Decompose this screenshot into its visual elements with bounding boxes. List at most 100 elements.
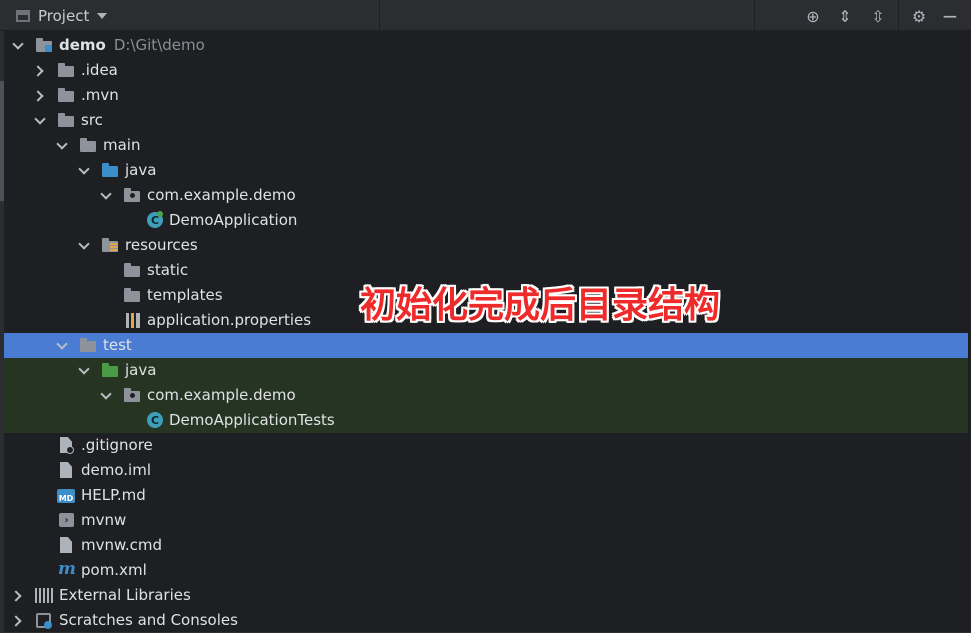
chevron-right-icon[interactable] — [33, 83, 47, 108]
tree-item-label: com.example.demo — [147, 183, 296, 208]
gear-icon[interactable]: ⚙ — [908, 5, 930, 27]
chevron-down-icon[interactable] — [99, 183, 113, 208]
tree-item-label: static — [147, 258, 188, 283]
tree-row[interactable]: java — [4, 358, 968, 383]
chevron-down-icon[interactable] — [55, 333, 69, 358]
collapse-all-icon[interactable]: ⇳ — [867, 5, 889, 27]
chevron-right-icon[interactable] — [11, 608, 25, 633]
tree-item-label: demo.iml — [81, 458, 151, 483]
tree-row[interactable]: C DemoApplication — [4, 208, 968, 233]
tree-item-name: HELP.md — [81, 486, 146, 504]
spring-class-icon: C — [145, 211, 163, 229]
project-tool-window-header: Project ⊕ ⇕ ⇳ ⚙ − — [0, 0, 971, 31]
folder-icon — [79, 337, 97, 354]
tree-item-label: demo D:\Git\demo — [59, 33, 205, 58]
tree-item-label: java — [125, 358, 156, 383]
folder-icon — [123, 262, 141, 279]
chevron-right-icon[interactable] — [33, 58, 47, 83]
tree-row[interactable]: src — [4, 108, 968, 133]
tree-row[interactable]: demo.iml — [4, 458, 968, 483]
chevron-down-icon[interactable] — [11, 33, 25, 58]
tree-row[interactable]: m pom.xml — [4, 558, 968, 583]
tree-item-label: resources — [125, 233, 198, 258]
tree-item-name: templates — [147, 286, 223, 304]
tree-item-label: main — [103, 133, 140, 158]
tree-item-name: mvnw — [81, 511, 127, 529]
header-divider — [898, 0, 899, 31]
tree-item-name: demo.iml — [81, 461, 151, 479]
iml-file-icon — [57, 462, 75, 479]
folder-icon — [79, 137, 97, 154]
scrollbar-track[interactable] — [0, 31, 4, 632]
tree-row[interactable]: C DemoApplicationTests — [4, 408, 968, 433]
scrollbar-thumb[interactable] — [0, 81, 4, 201]
tree-row[interactable]: java — [4, 158, 968, 183]
tree-row[interactable]: com.example.demo — [4, 183, 968, 208]
shell-file-icon: › — [57, 512, 75, 529]
locate-icon[interactable]: ⊕ — [802, 5, 824, 27]
chevron-down-icon[interactable] — [77, 358, 91, 383]
scratches-icon — [35, 612, 53, 629]
tree-item-label: application.properties — [147, 308, 311, 333]
source-folder-icon — [101, 162, 119, 179]
tree-item-name: Scratches and Consoles — [59, 611, 238, 629]
chevron-down-icon[interactable] — [77, 233, 91, 258]
tree-item-name: DemoApplication — [169, 211, 298, 229]
tree-item-label: mvnw.cmd — [81, 533, 162, 558]
chevron-down-icon[interactable] — [77, 158, 91, 183]
tree-row[interactable]: main — [4, 133, 968, 158]
cmd-file-icon — [57, 537, 75, 554]
tree-row[interactable]: .idea — [4, 58, 968, 83]
tree-item-name: DemoApplicationTests — [169, 411, 335, 429]
tree-row[interactable]: Scratches and Consoles — [4, 608, 968, 633]
tree-item-name: static — [147, 261, 189, 279]
tree-row[interactable]: demo D:\Git\demo — [4, 33, 968, 58]
project-view-title: Project — [38, 6, 90, 25]
annotation-text: 初始化完成后目录结构 — [360, 285, 721, 326]
chevron-right-icon[interactable] — [11, 583, 25, 608]
tree-item-name: test — [103, 336, 132, 354]
libraries-icon — [35, 587, 53, 604]
tree-item-label: pom.xml — [81, 558, 147, 583]
tree-item-label: templates — [147, 283, 223, 308]
tree-item-name: demo — [59, 36, 106, 54]
ignore-file-icon — [57, 437, 75, 454]
package-icon — [123, 387, 141, 404]
chevron-down-icon — [97, 12, 108, 19]
tree-item-label: mvnw — [81, 508, 126, 533]
tree-item-name: .idea — [81, 61, 118, 79]
tree-row[interactable]: test — [4, 333, 968, 358]
tree-row[interactable]: MD HELP.md — [4, 483, 968, 508]
project-tree[interactable]: demo D:\Git\demo .idea .mvn src main java com.e… — [0, 31, 971, 632]
tree-item-name: .mvn — [81, 86, 119, 104]
chevron-down-icon[interactable] — [55, 133, 69, 158]
tree-item-path: D:\Git\demo — [113, 36, 205, 54]
tree-row[interactable]: com.example.demo — [4, 383, 968, 408]
maven-file-icon: m — [58, 559, 76, 579]
tree-row[interactable]: resources — [4, 233, 968, 258]
chevron-down-icon[interactable] — [33, 108, 47, 133]
chevron-down-icon[interactable] — [99, 383, 113, 408]
tree-item-label: External Libraries — [59, 583, 191, 608]
tree-item-name: java — [125, 361, 157, 379]
hide-icon[interactable]: − — [939, 4, 961, 28]
tree-row[interactable]: External Libraries — [4, 583, 968, 608]
folder-icon — [123, 287, 141, 304]
tree-item-name: mvnw.cmd — [81, 536, 163, 554]
tree-row[interactable]: mvnw.cmd — [4, 533, 968, 558]
tree-item-label: HELP.md — [81, 483, 146, 508]
tree-item-name: .gitignore — [81, 436, 153, 454]
tree-item-name: main — [103, 136, 141, 154]
expand-all-icon[interactable]: ⇕ — [834, 5, 856, 27]
tree-row[interactable]: › mvnw — [4, 508, 968, 533]
tree-item-name: resources — [125, 236, 198, 254]
tree-item-name: src — [81, 111, 103, 129]
project-icon — [16, 9, 30, 22]
tree-row[interactable]: .gitignore — [4, 433, 968, 458]
properties-file-icon — [123, 312, 141, 329]
tree-row[interactable]: .mvn — [4, 83, 968, 108]
project-view-selector[interactable]: Project — [16, 0, 108, 31]
tree-item-label: src — [81, 108, 103, 133]
tree-item-name: com.example.demo — [147, 186, 296, 204]
header-divider — [379, 0, 380, 31]
